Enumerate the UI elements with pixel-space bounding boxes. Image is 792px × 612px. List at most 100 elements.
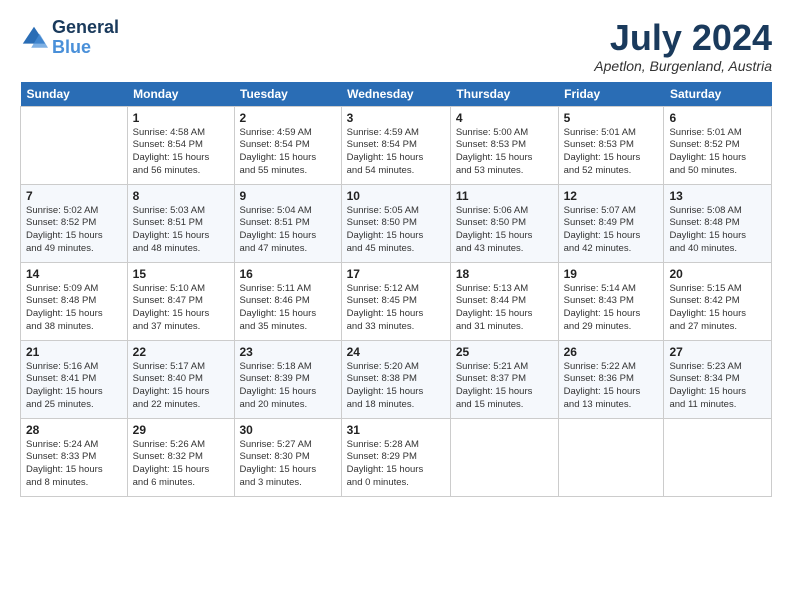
location: Apetlon, Burgenland, Austria: [594, 58, 772, 74]
day-info: Sunrise: 5:16 AM Sunset: 8:41 PM Dayligh…: [26, 361, 122, 412]
day-number: 30: [240, 423, 336, 437]
day-info: Sunrise: 5:22 AM Sunset: 8:36 PM Dayligh…: [564, 361, 659, 412]
day-info: Sunrise: 5:20 AM Sunset: 8:38 PM Dayligh…: [347, 361, 445, 412]
calendar-table: SundayMondayTuesdayWednesdayThursdayFrid…: [20, 82, 772, 497]
calendar-cell: 31 Sunrise: 5:28 AM Sunset: 8:29 PM Dayli…: [341, 418, 450, 496]
day-info: Sunrise: 5:10 AM Sunset: 8:47 PM Dayligh…: [133, 283, 229, 334]
calendar-cell: 30 Sunrise: 5:27 AM Sunset: 8:30 PM Dayli…: [234, 418, 341, 496]
day-number: 7: [26, 189, 122, 203]
day-number: 28: [26, 423, 122, 437]
day-info: Sunrise: 5:00 AM Sunset: 8:53 PM Dayligh…: [456, 127, 553, 178]
calendar-cell: 5 Sunrise: 5:01 AM Sunset: 8:53 PM Daylig…: [558, 106, 664, 184]
day-number: 2: [240, 111, 336, 125]
weekday-header-saturday: Saturday: [664, 82, 772, 107]
day-number: 5: [564, 111, 659, 125]
calendar-cell: 27Sunrise: 5:23 AM Sunset: 8:34 PM Dayli…: [664, 340, 772, 418]
day-number: 27: [669, 345, 766, 359]
day-info: Sunrise: 5:01 AM Sunset: 8:52 PM Dayligh…: [669, 127, 766, 178]
calendar-week-4: 21 Sunrise: 5:16 AM Sunset: 8:41 PM Dayli…: [21, 340, 772, 418]
calendar-cell: 28 Sunrise: 5:24 AM Sunset: 8:33 PM Dayli…: [21, 418, 128, 496]
calendar-cell: 23 Sunrise: 5:18 AM Sunset: 8:39 PM Dayli…: [234, 340, 341, 418]
day-info: Sunrise: 4:59 AM Sunset: 8:54 PM Dayligh…: [347, 127, 445, 178]
calendar-cell: 26 Sunrise: 5:22 AM Sunset: 8:36 PM Dayli…: [558, 340, 664, 418]
day-info: Sunrise: 5:05 AM Sunset: 8:50 PM Dayligh…: [347, 205, 445, 256]
weekday-header-wednesday: Wednesday: [341, 82, 450, 107]
weekday-header-friday: Friday: [558, 82, 664, 107]
calendar-cell: 8Sunrise: 5:03 AM Sunset: 8:51 PM Daylig…: [127, 184, 234, 262]
calendar-week-5: 28 Sunrise: 5:24 AM Sunset: 8:33 PM Dayli…: [21, 418, 772, 496]
day-number: 22: [133, 345, 229, 359]
day-info: Sunrise: 5:07 AM Sunset: 8:49 PM Dayligh…: [564, 205, 659, 256]
day-info: Sunrise: 5:11 AM Sunset: 8:46 PM Dayligh…: [240, 283, 336, 334]
calendar-cell: 1Sunrise: 4:58 AM Sunset: 8:54 PM Daylig…: [127, 106, 234, 184]
weekday-header-sunday: Sunday: [21, 82, 128, 107]
day-number: 16: [240, 267, 336, 281]
day-info: Sunrise: 5:14 AM Sunset: 8:43 PM Dayligh…: [564, 283, 659, 334]
day-info: Sunrise: 5:02 AM Sunset: 8:52 PM Dayligh…: [26, 205, 122, 256]
calendar-cell: 7 Sunrise: 5:02 AM Sunset: 8:52 PM Daylig…: [21, 184, 128, 262]
day-number: 15: [133, 267, 229, 281]
day-number: 13: [669, 189, 766, 203]
day-number: 29: [133, 423, 229, 437]
logo: General Blue: [20, 18, 119, 58]
calendar-cell: [450, 418, 558, 496]
day-number: 11: [456, 189, 553, 203]
day-info: Sunrise: 5:26 AM Sunset: 8:32 PM Dayligh…: [133, 439, 229, 490]
day-number: 10: [347, 189, 445, 203]
day-number: 3: [347, 111, 445, 125]
day-number: 23: [240, 345, 336, 359]
day-number: 19: [564, 267, 659, 281]
day-info: Sunrise: 5:06 AM Sunset: 8:50 PM Dayligh…: [456, 205, 553, 256]
weekday-header-row: SundayMondayTuesdayWednesdayThursdayFrid…: [21, 82, 772, 107]
day-info: Sunrise: 5:21 AM Sunset: 8:37 PM Dayligh…: [456, 361, 553, 412]
logo-icon: [20, 24, 48, 52]
weekday-header-tuesday: Tuesday: [234, 82, 341, 107]
calendar-cell: 25 Sunrise: 5:21 AM Sunset: 8:37 PM Dayli…: [450, 340, 558, 418]
day-info: Sunrise: 5:13 AM Sunset: 8:44 PM Dayligh…: [456, 283, 553, 334]
day-number: 14: [26, 267, 122, 281]
calendar-week-2: 7 Sunrise: 5:02 AM Sunset: 8:52 PM Daylig…: [21, 184, 772, 262]
weekday-header-monday: Monday: [127, 82, 234, 107]
day-number: 12: [564, 189, 659, 203]
calendar-week-1: 1Sunrise: 4:58 AM Sunset: 8:54 PM Daylig…: [21, 106, 772, 184]
calendar-cell: 13Sunrise: 5:08 AM Sunset: 8:48 PM Dayli…: [664, 184, 772, 262]
day-number: 6: [669, 111, 766, 125]
day-info: Sunrise: 5:24 AM Sunset: 8:33 PM Dayligh…: [26, 439, 122, 490]
calendar-cell: 4Sunrise: 5:00 AM Sunset: 8:53 PM Daylig…: [450, 106, 558, 184]
day-info: Sunrise: 5:09 AM Sunset: 8:48 PM Dayligh…: [26, 283, 122, 334]
header: General Blue July 2024 Apetlon, Burgenla…: [20, 18, 772, 74]
day-info: Sunrise: 5:04 AM Sunset: 8:51 PM Dayligh…: [240, 205, 336, 256]
weekday-header-thursday: Thursday: [450, 82, 558, 107]
calendar-cell: 15 Sunrise: 5:10 AM Sunset: 8:47 PM Dayli…: [127, 262, 234, 340]
logo-text: General Blue: [52, 18, 119, 58]
calendar-cell: 11 Sunrise: 5:06 AM Sunset: 8:50 PM Dayli…: [450, 184, 558, 262]
day-info: Sunrise: 5:18 AM Sunset: 8:39 PM Dayligh…: [240, 361, 336, 412]
calendar-cell: 3 Sunrise: 4:59 AM Sunset: 8:54 PM Daylig…: [341, 106, 450, 184]
calendar-cell: [21, 106, 128, 184]
day-info: Sunrise: 4:59 AM Sunset: 8:54 PM Dayligh…: [240, 127, 336, 178]
calendar-cell: 12 Sunrise: 5:07 AM Sunset: 8:49 PM Dayli…: [558, 184, 664, 262]
day-info: Sunrise: 5:28 AM Sunset: 8:29 PM Dayligh…: [347, 439, 445, 490]
calendar-week-3: 14 Sunrise: 5:09 AM Sunset: 8:48 PM Dayli…: [21, 262, 772, 340]
day-number: 9: [240, 189, 336, 203]
day-info: Sunrise: 5:12 AM Sunset: 8:45 PM Dayligh…: [347, 283, 445, 334]
day-info: Sunrise: 5:27 AM Sunset: 8:30 PM Dayligh…: [240, 439, 336, 490]
calendar-cell: 2 Sunrise: 4:59 AM Sunset: 8:54 PM Daylig…: [234, 106, 341, 184]
day-info: Sunrise: 5:01 AM Sunset: 8:53 PM Dayligh…: [564, 127, 659, 178]
day-number: 21: [26, 345, 122, 359]
calendar-cell: 29 Sunrise: 5:26 AM Sunset: 8:32 PM Dayli…: [127, 418, 234, 496]
month-year: July 2024: [594, 18, 772, 58]
calendar-cell: 21 Sunrise: 5:16 AM Sunset: 8:41 PM Dayli…: [21, 340, 128, 418]
day-number: 24: [347, 345, 445, 359]
day-info: Sunrise: 5:15 AM Sunset: 8:42 PM Dayligh…: [669, 283, 766, 334]
day-number: 26: [564, 345, 659, 359]
calendar-cell: [558, 418, 664, 496]
day-number: 31: [347, 423, 445, 437]
calendar-cell: 16 Sunrise: 5:11 AM Sunset: 8:46 PM Dayli…: [234, 262, 341, 340]
calendar-cell: 18Sunrise: 5:13 AM Sunset: 8:44 PM Dayli…: [450, 262, 558, 340]
calendar-cell: 9 Sunrise: 5:04 AM Sunset: 8:51 PM Daylig…: [234, 184, 341, 262]
day-number: 20: [669, 267, 766, 281]
day-number: 8: [133, 189, 229, 203]
calendar-cell: 24 Sunrise: 5:20 AM Sunset: 8:38 PM Dayli…: [341, 340, 450, 418]
day-number: 25: [456, 345, 553, 359]
